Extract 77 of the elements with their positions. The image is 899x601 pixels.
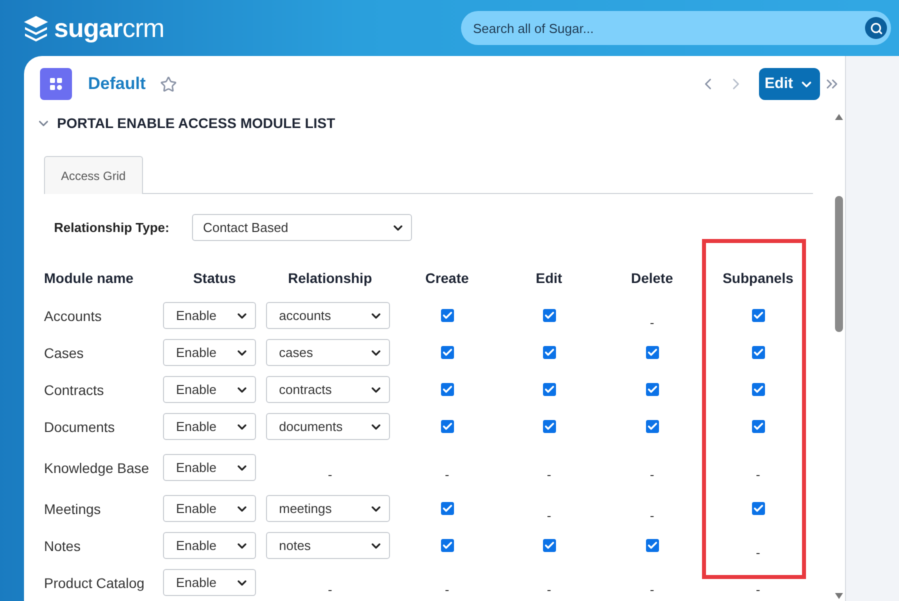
relationship-select[interactable]: contracts <box>266 376 390 403</box>
empty-marker: - <box>650 506 654 525</box>
empty-marker: - <box>546 580 552 599</box>
checkbox[interactable] <box>646 539 658 552</box>
column-header: Status <box>193 268 236 288</box>
status-select[interactable]: Enable <box>163 569 256 596</box>
checkbox[interactable] <box>542 383 556 396</box>
tab[interactable]: Access Grid <box>44 156 143 194</box>
column-header: Module name <box>44 268 134 288</box>
checkbox[interactable] <box>752 346 764 359</box>
module-name: Meetings <box>44 500 102 518</box>
relationship-select[interactable]: notes <box>266 532 390 559</box>
search-field[interactable]: Search all of Sugar... <box>461 11 891 45</box>
favorite-star-icon[interactable] <box>160 76 177 92</box>
module-name: Accounts <box>44 306 103 324</box>
checkbox[interactable] <box>440 502 454 515</box>
empty-marker: - <box>546 506 552 525</box>
checkbox[interactable] <box>646 383 658 396</box>
checkbox[interactable] <box>440 309 454 322</box>
checkbox[interactable] <box>752 309 764 322</box>
checkbox[interactable] <box>752 502 764 515</box>
empty-marker: - <box>650 466 654 484</box>
module-icon <box>40 68 72 100</box>
status-select[interactable]: Enable <box>163 532 256 559</box>
status-select[interactable]: Enable <box>163 495 256 522</box>
scroll-down-arrow-icon[interactable] <box>835 593 843 599</box>
stacked-layers-icon <box>22 14 50 42</box>
checkbox[interactable] <box>542 539 556 552</box>
scrollbar-thumb[interactable] <box>835 196 843 332</box>
column-header: Subpanels <box>722 268 794 288</box>
checkbox[interactable] <box>542 346 556 359</box>
status-select[interactable]: Enable <box>163 302 256 329</box>
checkbox[interactable] <box>440 346 454 359</box>
empty-marker: - <box>650 580 654 599</box>
status-select[interactable]: Enable <box>163 454 256 481</box>
checkbox[interactable] <box>440 420 454 433</box>
empty-marker: - <box>328 580 332 599</box>
relationship-select[interactable]: accounts <box>266 302 390 329</box>
empty-marker: - <box>650 314 654 332</box>
relationship-type-select[interactable]: Contact Based <box>192 214 412 241</box>
relationship-select[interactable]: cases <box>266 339 390 366</box>
checkbox[interactable] <box>646 346 658 359</box>
empty-marker: - <box>444 466 450 484</box>
status-select[interactable]: Enable <box>163 413 256 440</box>
relationship-select[interactable]: meetings <box>266 495 390 522</box>
relationship-select[interactable]: documents <box>266 413 390 440</box>
column-header: Edit <box>536 268 562 288</box>
module-name: Knowledge Base <box>44 458 150 476</box>
status-select[interactable]: Enable <box>163 339 256 366</box>
checkbox[interactable] <box>752 420 764 433</box>
field-label: Relationship Type: <box>54 218 170 237</box>
checkbox[interactable] <box>542 309 556 322</box>
module-name: Cases <box>44 344 85 362</box>
section-title: PORTAL ENABLE ACCESS MODULE LIST <box>57 114 336 132</box>
module-name: Contracts <box>44 380 105 398</box>
column-header: Create <box>425 268 469 288</box>
column-header: Relationship <box>288 268 372 288</box>
checkbox[interactable] <box>646 420 658 433</box>
checkbox[interactable] <box>440 383 454 396</box>
empty-marker: - <box>328 466 332 484</box>
edit-button[interactable]: Edit <box>758 68 820 100</box>
empty-marker: - <box>546 466 552 484</box>
module-name: Notes <box>44 536 82 554</box>
logo-text: sugarcrm <box>54 15 164 41</box>
empty-marker: - <box>756 466 760 484</box>
status-select[interactable]: Enable <box>163 376 256 403</box>
checkbox[interactable] <box>542 420 556 433</box>
module-name: Documents <box>44 418 116 436</box>
module-name: Product Catalog <box>44 574 146 592</box>
record-title: Default <box>88 73 146 96</box>
empty-marker: - <box>444 580 450 599</box>
column-header: Delete <box>630 268 674 288</box>
checkbox[interactable] <box>440 539 454 552</box>
checkbox[interactable] <box>752 383 764 396</box>
empty-marker: - <box>756 580 760 599</box>
scroll-up-arrow-icon[interactable] <box>835 114 843 120</box>
empty-marker: - <box>756 544 760 562</box>
